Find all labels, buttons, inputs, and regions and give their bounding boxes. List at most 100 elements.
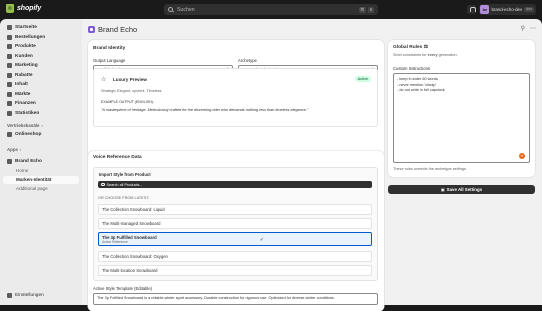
chevron-right-icon: › [19,147,22,152]
notification-bell-icon[interactable] [467,5,477,14]
pin-icon[interactable]: ⚲ [521,26,525,32]
sidebar-subitem-additional-page[interactable]: Additional page [3,185,79,193]
product-name: The Multi-location Snowboard [102,268,158,273]
product-option[interactable]: The Multi-location Snowboard [98,265,372,276]
custom-instructions-textarea[interactable]: - keep it under 60 words - never mention… [393,73,530,163]
sidebar-item-label: Einstellungen [15,293,44,298]
product-name: The Collection Snowboard: Oxygen [102,254,168,259]
sidebar-item-label: Statistiken [15,110,40,116]
page-title: Brand Echo [98,25,138,34]
output-language-label: Output Language [93,58,126,63]
target-icon [7,63,12,68]
sidebar-item-label: Startseite [15,25,37,30]
store-avatar: be [480,5,490,14]
section-label: Vertriebskanäle [7,123,40,128]
global-rules-title: Global Rules ⚖ [393,45,428,50]
sidebar-item-onlineshop[interactable]: Onlineshop [3,130,79,139]
orders-icon [7,34,12,40]
global-rules-card: Global Rules ⚖ Strict constraints for ev… [388,40,535,177]
section-label: Apps [7,147,18,152]
search-icon [168,7,173,12]
top-bar: shopify Suchen ⌘ K be brand-echo-dev dev [0,0,542,19]
dev-badge: dev [524,7,534,12]
global-search[interactable]: Suchen ⌘ K [164,4,378,15]
sidebar-subitem-label: Additional page [16,186,48,191]
sidebar-item-bestellungen[interactable]: Bestellungen [3,33,79,42]
style-template-textarea[interactable]: The 3p Fulfilled Snowboard is a reliable… [93,293,378,305]
chevron-right-icon: › [41,123,43,128]
active-badge: Active [354,76,371,82]
sidebar-item-label: Produkte [15,44,36,49]
sidebar-item-label: Bestellungen [15,34,46,40]
sidebar-item-produkte[interactable]: Produkte [3,42,79,51]
sidebar-subitem-home[interactable]: Home [3,167,79,175]
global-rules-help: These rules override the archetype setti… [393,167,467,171]
home-icon [7,25,12,30]
sidebar-item-statistiken[interactable]: Statistiken [3,109,79,118]
product-search-input[interactable]: Search all Products... [98,181,372,188]
shopify-logo[interactable]: shopify [6,4,41,13]
search-placeholder: Suchen [177,6,195,13]
product-option[interactable]: The Collection Snowboard: Liquid [98,204,372,215]
more-icon[interactable]: ⋯ [530,26,536,32]
sidebar-item-maerkte[interactable]: Märkte [3,90,79,99]
save-icon: ▣ [440,187,445,192]
store-name: brand-echo-dev [491,7,523,12]
save-all-settings-button[interactable]: ▣ Save All Settings [388,185,535,194]
subtitle-emphasis: every [427,53,438,57]
global-rules-subtitle: Strict constraints for every generation. [393,53,458,57]
chart-icon [7,110,12,116]
logo-text: shopify [17,5,42,12]
sidebar-item-brand-echo[interactable]: Brand Echo [3,157,79,166]
sidebar: Startseite Bestellungen Produkte Kunden … [0,19,82,305]
sidebar-item-label: Marketing [15,63,38,68]
archetype-preview: ☆ Luxury Preview Active Strategic Elegan… [93,68,378,127]
assistant-icon[interactable]: ✦ [519,153,525,159]
apps-heading[interactable]: Apps › [7,147,21,152]
person-icon [7,53,12,59]
discount-icon [7,72,12,78]
bank-icon [7,101,12,106]
sidebar-subitem-label: Marken-Identität [16,177,52,182]
or-choose-label: OR CHOOSE FROM LATEST: [98,196,150,200]
sidebar-item-rabatte[interactable]: Rabatte [3,71,79,80]
star-icon: ☆ [101,77,107,83]
product-search-placeholder: Search all Products... [106,182,143,187]
save-button-label: Save All Settings [446,187,483,192]
template-label: Active Style Template (Editable) [93,286,153,291]
sidebar-item-label: Inhalt [15,82,28,87]
top-right-controls: be brand-echo-dev dev [467,4,536,15]
product-subtitle: Active Reference [102,239,128,244]
product-option[interactable]: The Collection Snowboard: Oxygen [98,251,372,262]
brand-echo-app-icon [88,26,95,33]
product-option[interactable]: The Multi-managed Snowboard [98,218,372,229]
header-actions: ⚲ ⋯ [521,26,536,32]
keyboard-shortcut: ⌘ K [358,6,374,13]
sidebar-item-marketing[interactable]: Marketing [3,61,79,70]
sales-channels-heading[interactable]: Vertriebskanäle › [7,123,43,128]
subtitle-prefix: Strict constraints for [393,53,427,57]
tag-icon [7,44,12,49]
gavel-icon: ⚖ [423,45,428,50]
preview-traits: Strategic Elegant, opulent, Timeless [101,89,162,93]
voice-reference-title: Voice Reference Data [93,155,142,160]
sidebar-item-inhalt[interactable]: Inhalt [3,80,79,89]
sidebar-subitem-marken-identitaet[interactable]: Marken-Identität [3,175,79,184]
sidebar-item-kunden[interactable]: Kunden [3,52,79,61]
example-output-text: "A masterpiece of heritage. Meticulously… [101,108,309,112]
instruction-line: - do not write in full capslock [397,88,445,93]
shopify-bag-icon [6,4,14,13]
sidebar-item-label: Onlineshop [15,132,42,137]
store-icon [7,132,12,137]
content-icon [7,82,12,87]
store-switcher[interactable]: be brand-echo-dev dev [479,4,536,15]
sidebar-item-einstellungen[interactable]: Einstellungen [3,291,79,300]
product-option-selected[interactable]: The 3p Fulfilled Snowboard Active Refere… [98,232,372,246]
sidebar-item-startseite[interactable]: Startseite [3,23,79,32]
custom-instructions-label: Custom Instructions [393,66,431,71]
checkmark-icon: ✓ [259,237,264,243]
main-content: Brand Echo ⚲ ⋯ Brand Identity Output Lan… [82,19,542,311]
example-output-label: EXAMPLE OUTPUT (ENGLISH): [101,100,154,104]
sidebar-item-finanzen[interactable]: Finanzen [3,99,79,108]
page-header: Brand Echo [88,25,137,34]
